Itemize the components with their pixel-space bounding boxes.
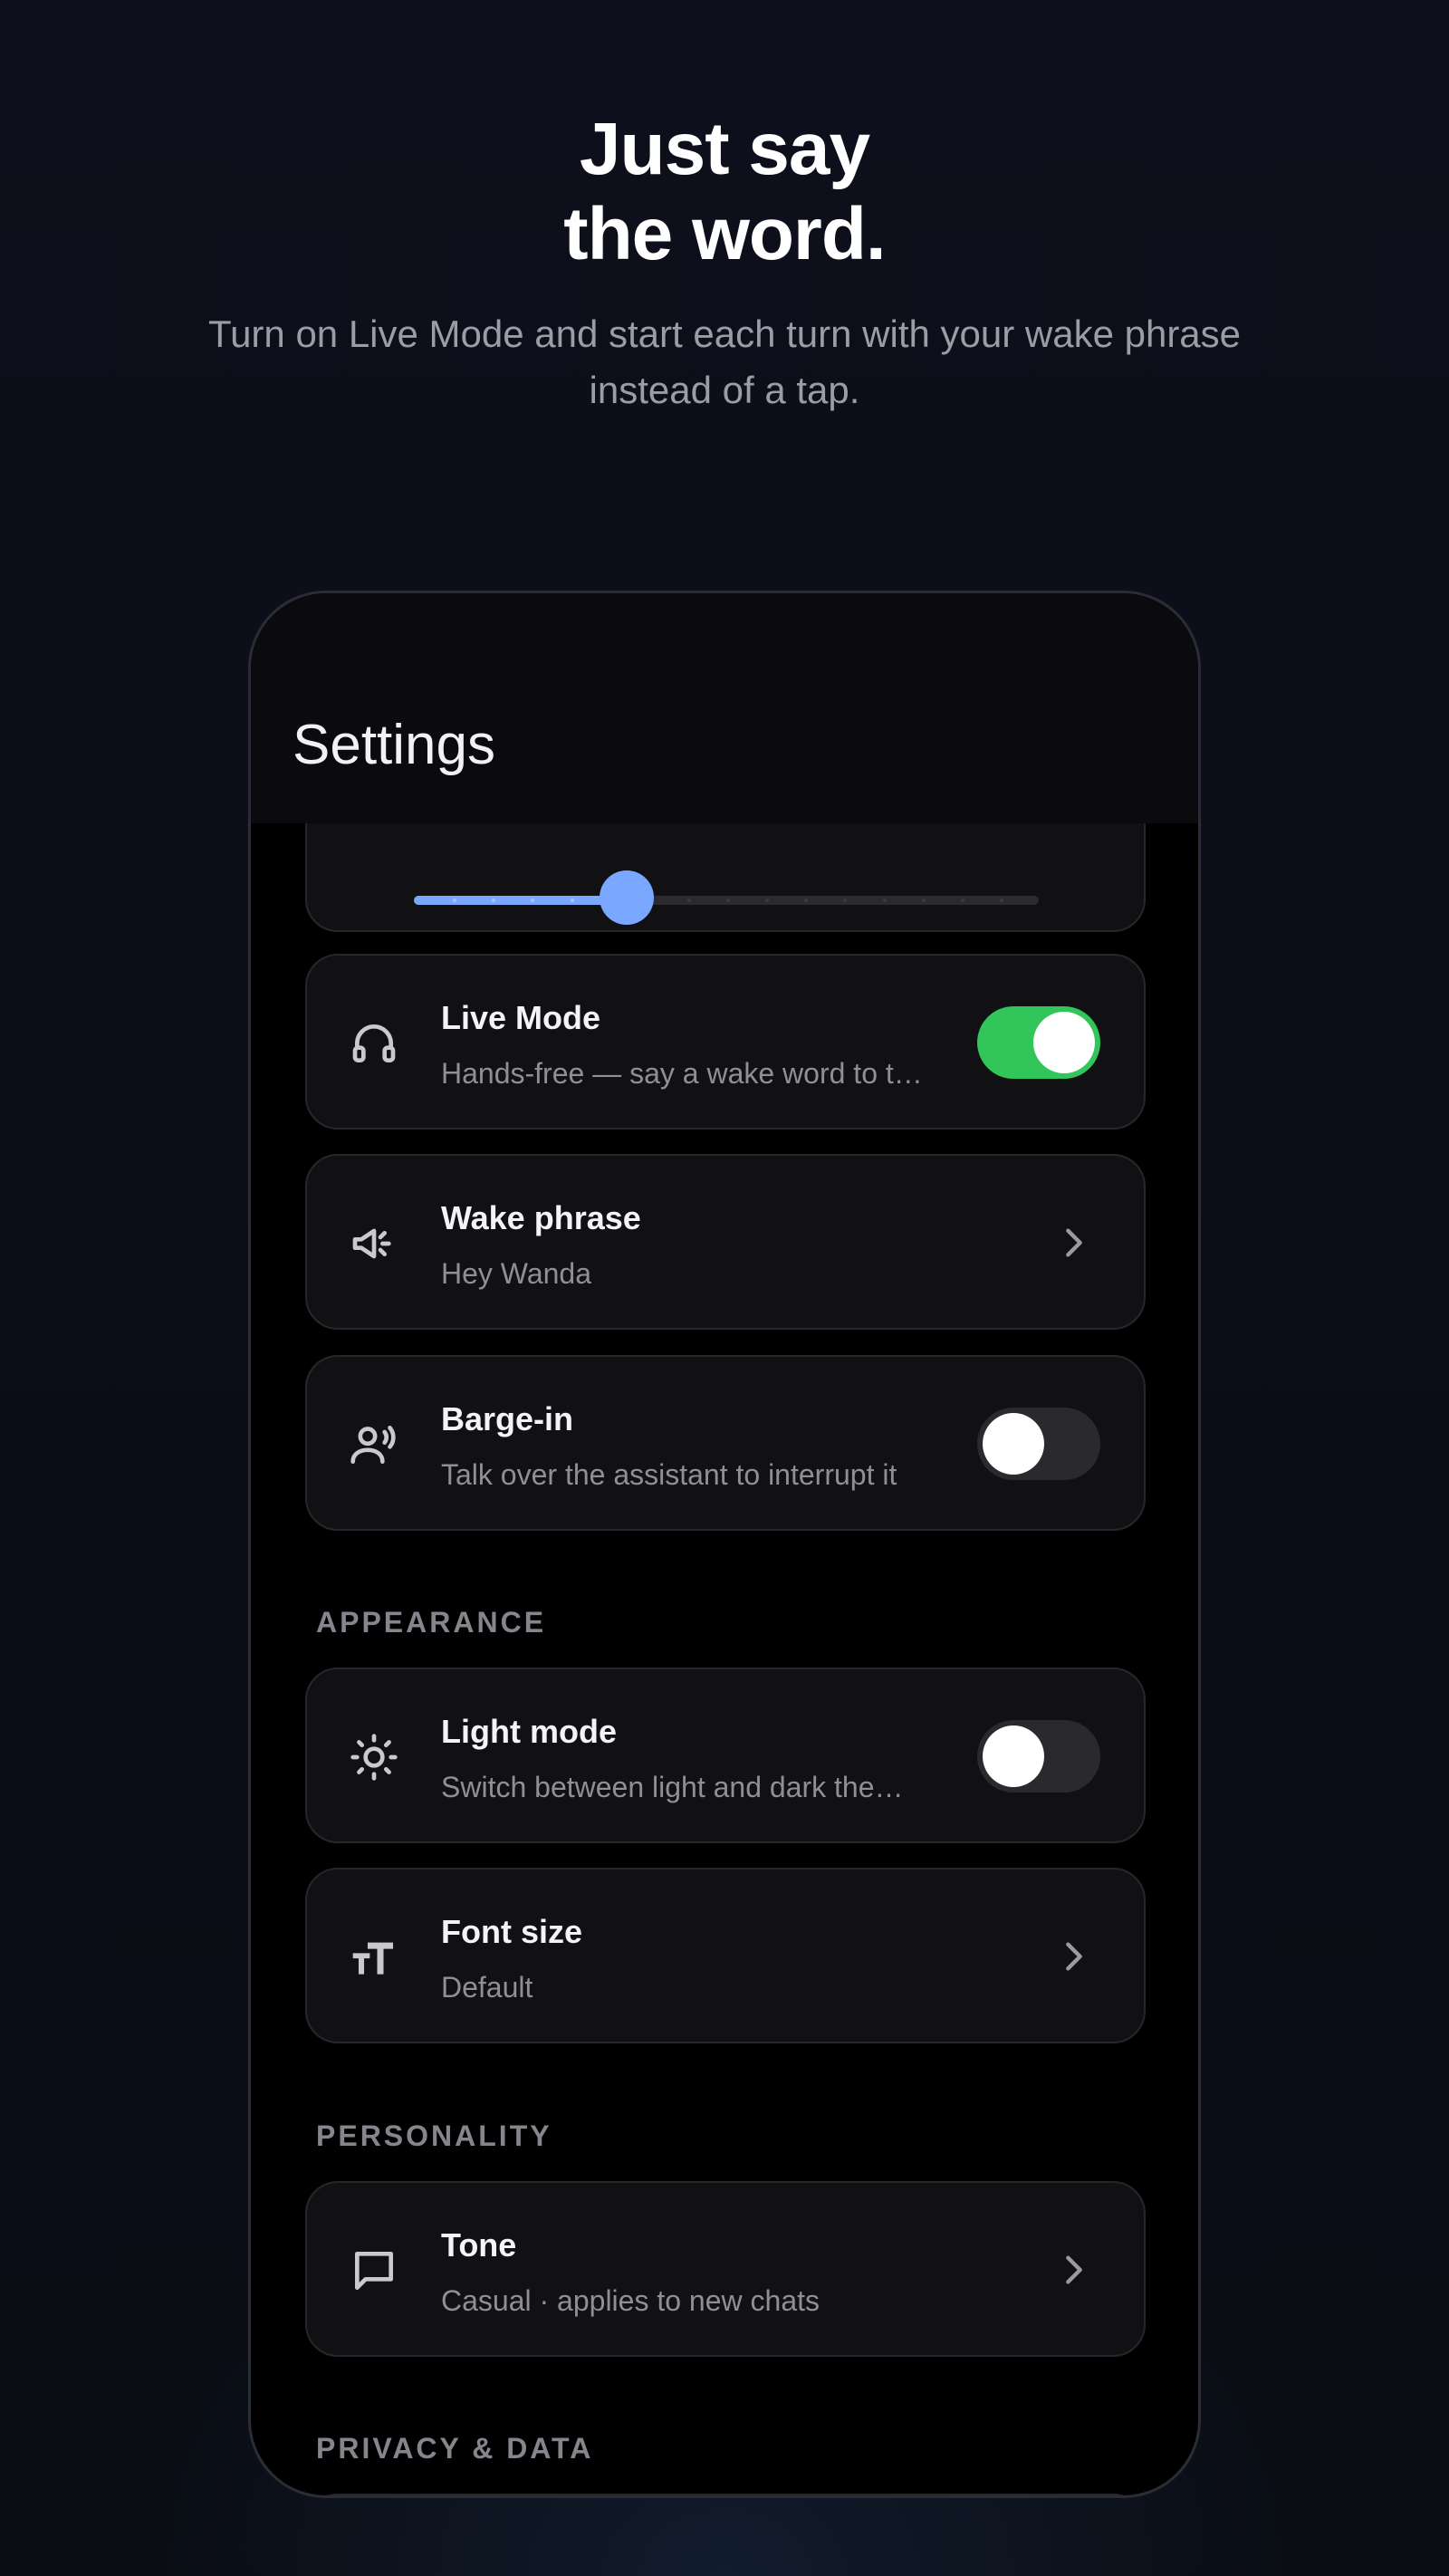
slider-tick [883, 899, 887, 902]
section-appearance: APPEARANCE [316, 1606, 547, 1639]
slider-tick [843, 899, 847, 902]
setting-light-mode[interactable]: Light mode Switch between light and dark… [305, 1668, 1146, 1843]
voice-person-icon [347, 1418, 401, 1472]
section-personality: PERSONALITY [316, 2119, 552, 2152]
slider-tick [765, 899, 769, 902]
light-mode-toggle[interactable] [977, 1720, 1100, 1793]
setting-label: Tone [441, 2226, 517, 2264]
slider-tick [961, 899, 964, 902]
hero-title: Just say the word. [0, 107, 1449, 277]
setting-sub: Default [441, 1971, 533, 2004]
hero-subtitle: Turn on Live Mode and start each turn wi… [207, 312, 1242, 411]
toggle-knob [983, 1725, 1044, 1787]
sun-icon [347, 1730, 401, 1784]
slider-tick [804, 899, 808, 902]
setting-sub: Casual · applies to new chats [441, 2284, 820, 2317]
hero-title-line1: Just say [579, 108, 870, 190]
setting-sub: Hands-free — say a wake word to t… [441, 1057, 923, 1090]
slider-tick [1000, 899, 1003, 902]
top-app-bar: Settings [251, 593, 1198, 823]
setting-label: Wake phrase [441, 1199, 641, 1236]
setting-label: Live Mode [441, 999, 601, 1036]
live-mode-toggle[interactable] [977, 1006, 1100, 1079]
toggle-knob [983, 1413, 1044, 1475]
setting-barge-in[interactable]: Barge-in Talk over the assistant to inte… [305, 1355, 1146, 1531]
setting-wake-phrase[interactable]: Wake phrase Hey Wanda [305, 1154, 1146, 1330]
privacy-card-partial[interactable] [305, 2494, 1146, 2495]
slider-tick [726, 899, 730, 902]
setting-font-size[interactable]: Font size Default [305, 1868, 1146, 2043]
setting-sub: Talk over the assistant to interrupt it [441, 1458, 897, 1491]
slider-thumb[interactable] [600, 870, 654, 925]
setting-label: Barge-in [441, 1400, 574, 1437]
setting-sub: Switch between light and dark the… [441, 1771, 904, 1803]
setting-tone[interactable]: Tone Casual · applies to new chats [305, 2181, 1146, 2357]
setting-label: Font size [441, 1913, 583, 1950]
chevron-right-icon [1066, 2255, 1082, 2284]
text-size-icon [347, 1930, 401, 1985]
headphones-icon [347, 1016, 401, 1071]
chevron-right-icon [1066, 1228, 1082, 1257]
slider-tick [571, 899, 574, 902]
settings-list[interactable]: Live Mode Hands-free — say a wake word t… [251, 593, 1198, 2495]
slider-tick [687, 899, 691, 902]
chevron-right-icon [1066, 1942, 1082, 1971]
speed-slider[interactable] [414, 870, 1039, 925]
barge-in-toggle[interactable] [977, 1408, 1100, 1480]
phone-frame: Live Mode Hands-free — say a wake word t… [248, 591, 1201, 2498]
chat-bubble-icon [347, 2244, 401, 2298]
slider-tick [531, 899, 534, 902]
setting-label: Light mode [441, 1713, 617, 1750]
setting-live-mode[interactable]: Live Mode Hands-free — say a wake word t… [305, 954, 1146, 1129]
setting-sub: Hey Wanda [441, 1257, 591, 1290]
slider-tick [453, 899, 456, 902]
page-title: Settings [293, 714, 496, 776]
slider-tick [492, 899, 495, 902]
section-privacy: PRIVACY & DATA [316, 2432, 594, 2465]
megaphone-icon [347, 1216, 401, 1271]
slider-fill [414, 896, 627, 905]
hero-title-line2: the word. [563, 193, 886, 275]
toggle-knob [1033, 1012, 1095, 1073]
slider-tick [922, 899, 926, 902]
